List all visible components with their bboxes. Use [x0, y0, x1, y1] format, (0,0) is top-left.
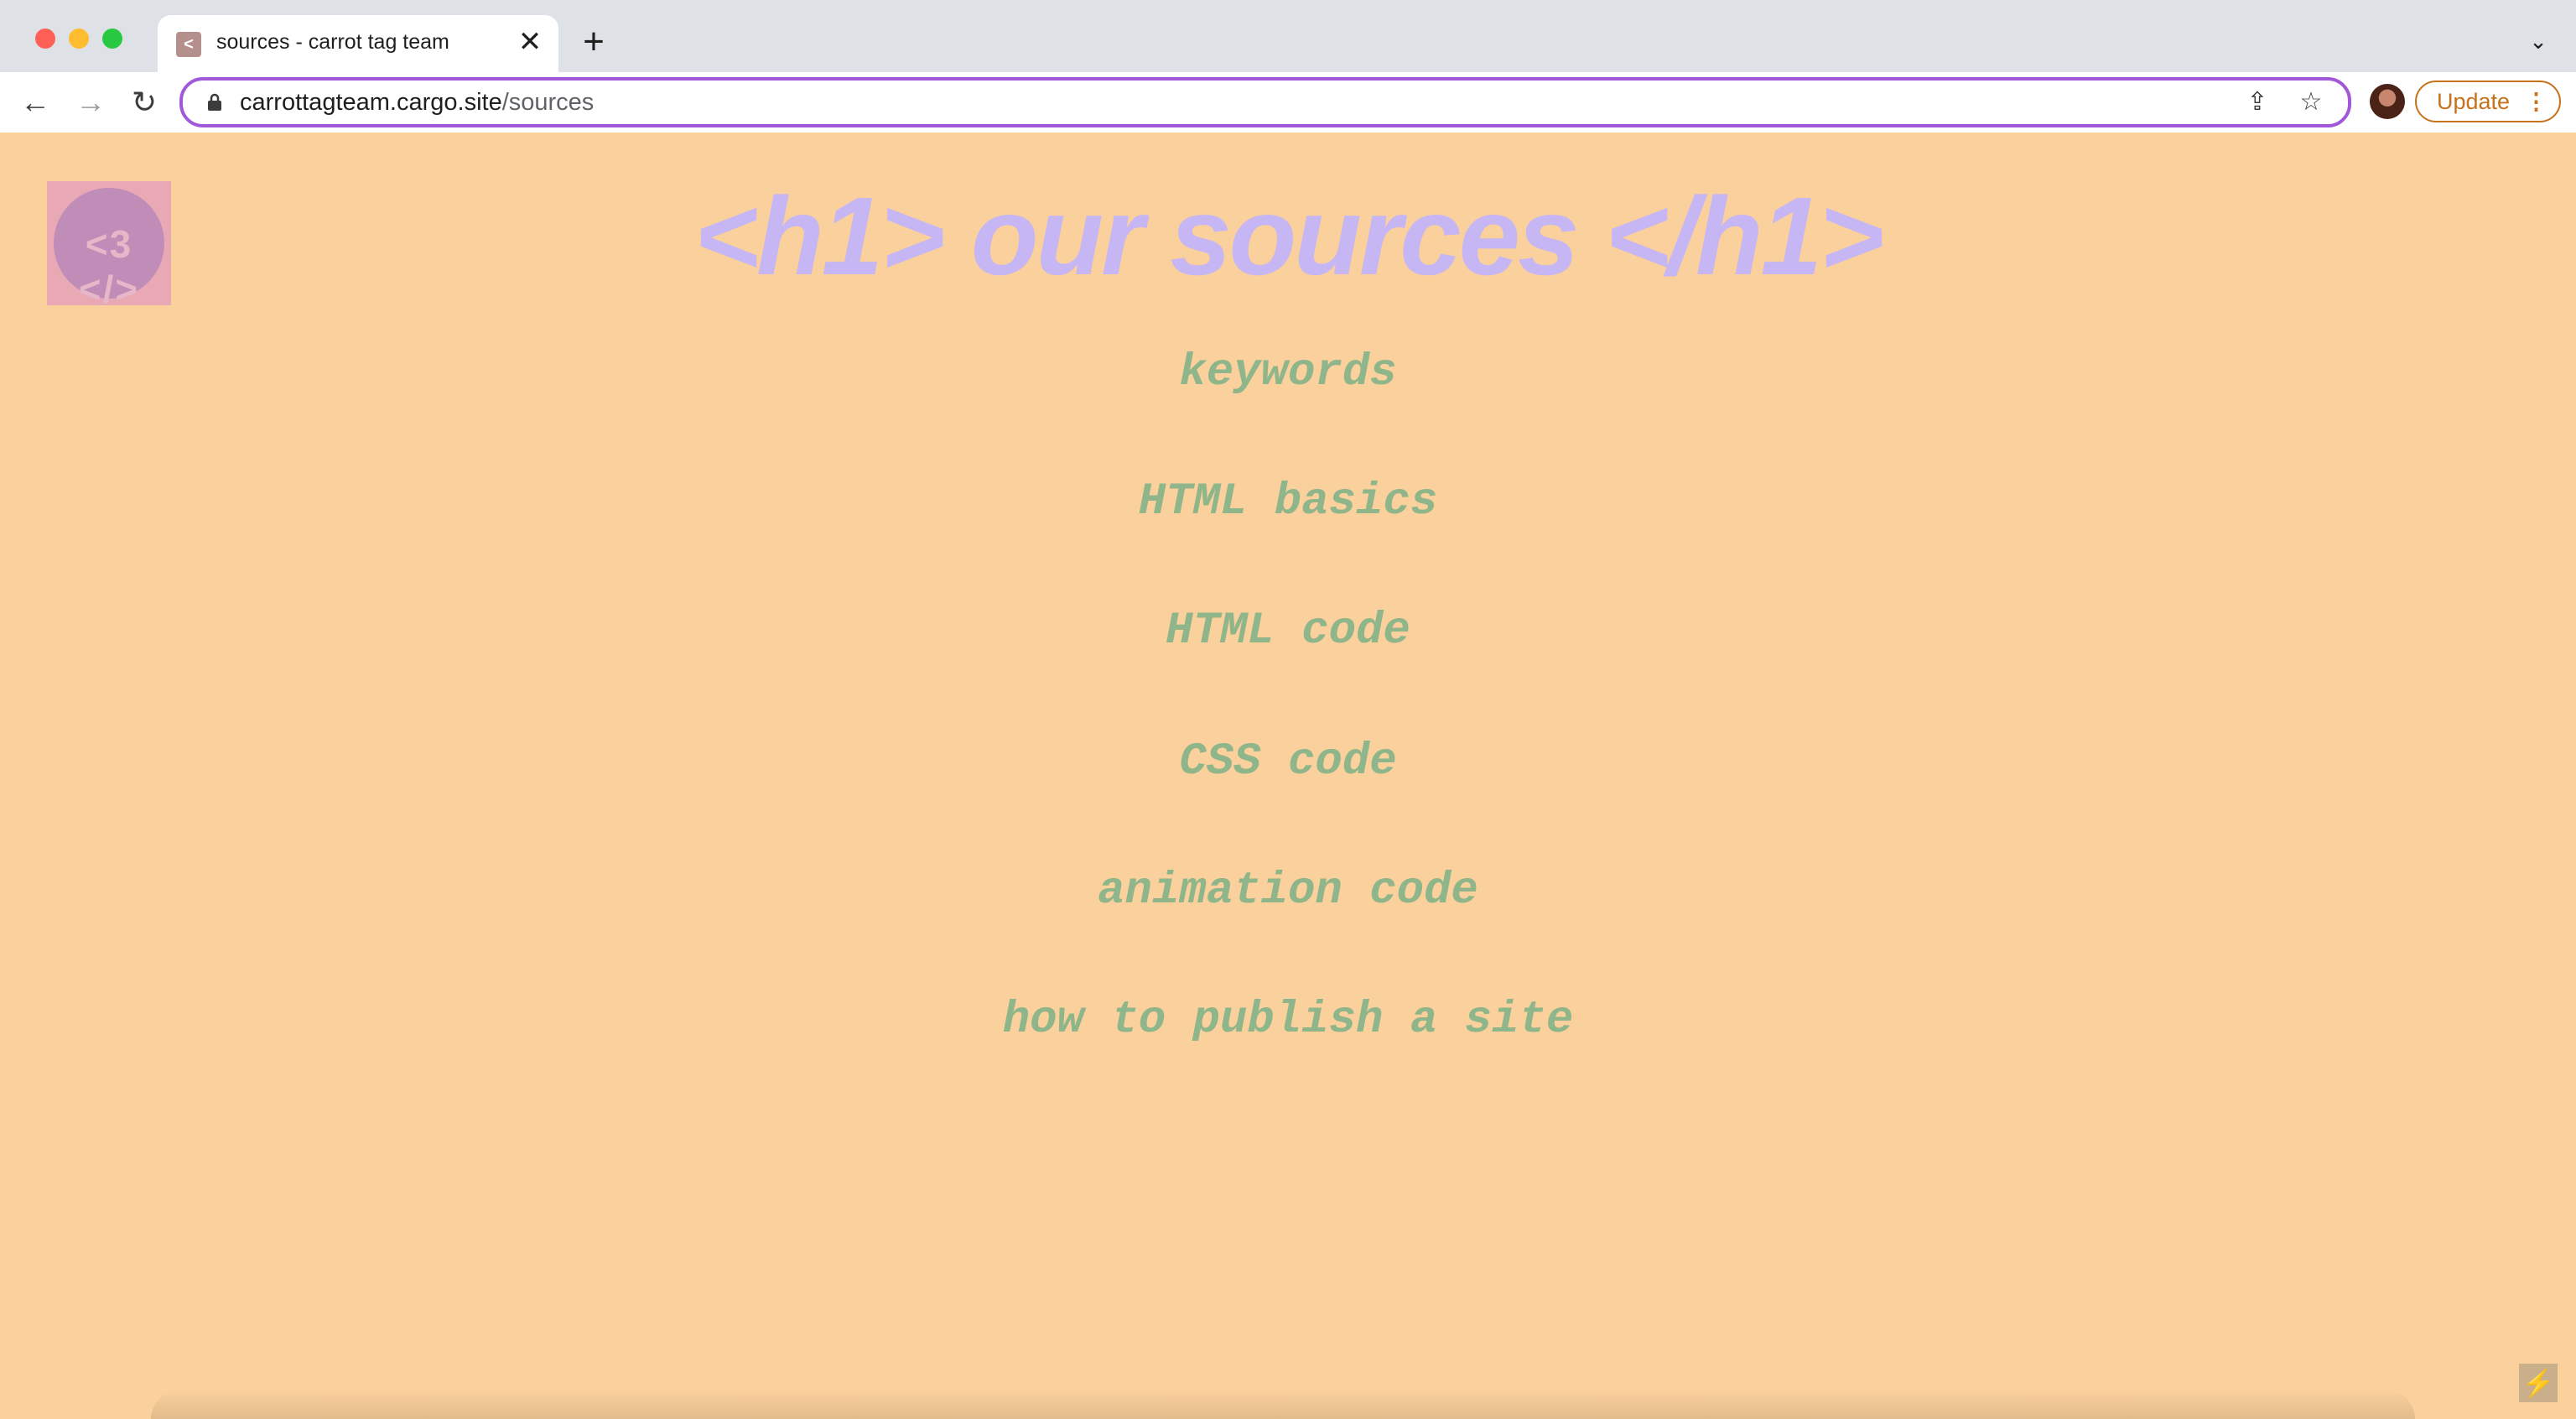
- reload-button[interactable]: ↻: [126, 84, 163, 121]
- update-label: Update: [2437, 89, 2511, 114]
- menu-dots-icon: ⋮: [2525, 89, 2547, 114]
- forward-icon: →: [75, 85, 106, 119]
- update-button[interactable]: Update ⋮: [2415, 81, 2561, 122]
- tab-title: sources - carrot tag team: [216, 30, 449, 54]
- window-maximize-button[interactable]: [102, 29, 122, 49]
- link-css-code[interactable]: CSS code: [0, 736, 2576, 787]
- address-bar[interactable]: carrottagteam.cargo.site/sources ⇪ ☆: [179, 77, 2351, 127]
- back-icon: ←: [20, 85, 50, 119]
- window-close-button[interactable]: [35, 29, 55, 49]
- link-html-code[interactable]: HTML code: [0, 606, 2576, 657]
- tab-strip: < sources - carrot tag team ✕ + ⌄: [0, 0, 2576, 72]
- forward-button[interactable]: →: [72, 84, 109, 121]
- browser-toolbar: ← → ↻ carrottagteam.cargo.site/sources ⇪…: [0, 72, 2576, 133]
- url-path: /sources: [501, 89, 595, 116]
- new-tab-button[interactable]: +: [575, 23, 612, 60]
- profile-avatar[interactable]: [2370, 84, 2405, 119]
- page-title: <h1> our sources </h1>: [693, 174, 1884, 298]
- favicon-icon: <: [176, 32, 201, 57]
- lock-icon: [208, 93, 221, 111]
- page-content: <3 </> <h1> our sources </h1> keywords H…: [0, 133, 2576, 1419]
- tab-search-chevron-icon[interactable]: ⌄: [2526, 29, 2551, 54]
- tab-close-button[interactable]: ✕: [515, 27, 545, 57]
- bottom-shadow: [151, 1390, 2415, 1419]
- browser-tab[interactable]: < sources - carrot tag team ✕: [158, 15, 558, 72]
- link-how-to-publish[interactable]: how to publish a site: [0, 995, 2576, 1046]
- link-keywords[interactable]: keywords: [0, 347, 2576, 398]
- bolt-icon[interactable]: ⚡: [2519, 1364, 2558, 1402]
- star-icon[interactable]: ☆: [2296, 87, 2326, 117]
- link-html-basics[interactable]: HTML basics: [0, 476, 2576, 528]
- window-minimize-button[interactable]: [69, 29, 89, 49]
- reload-icon: ↻: [131, 85, 158, 119]
- share-icon[interactable]: ⇪: [2242, 87, 2272, 117]
- url-host: carrottagteam.cargo.site: [240, 89, 502, 116]
- link-animation-code[interactable]: animation code: [0, 865, 2576, 917]
- back-button[interactable]: ←: [17, 84, 54, 121]
- url-text: carrottagteam.cargo.site/sources: [240, 89, 594, 117]
